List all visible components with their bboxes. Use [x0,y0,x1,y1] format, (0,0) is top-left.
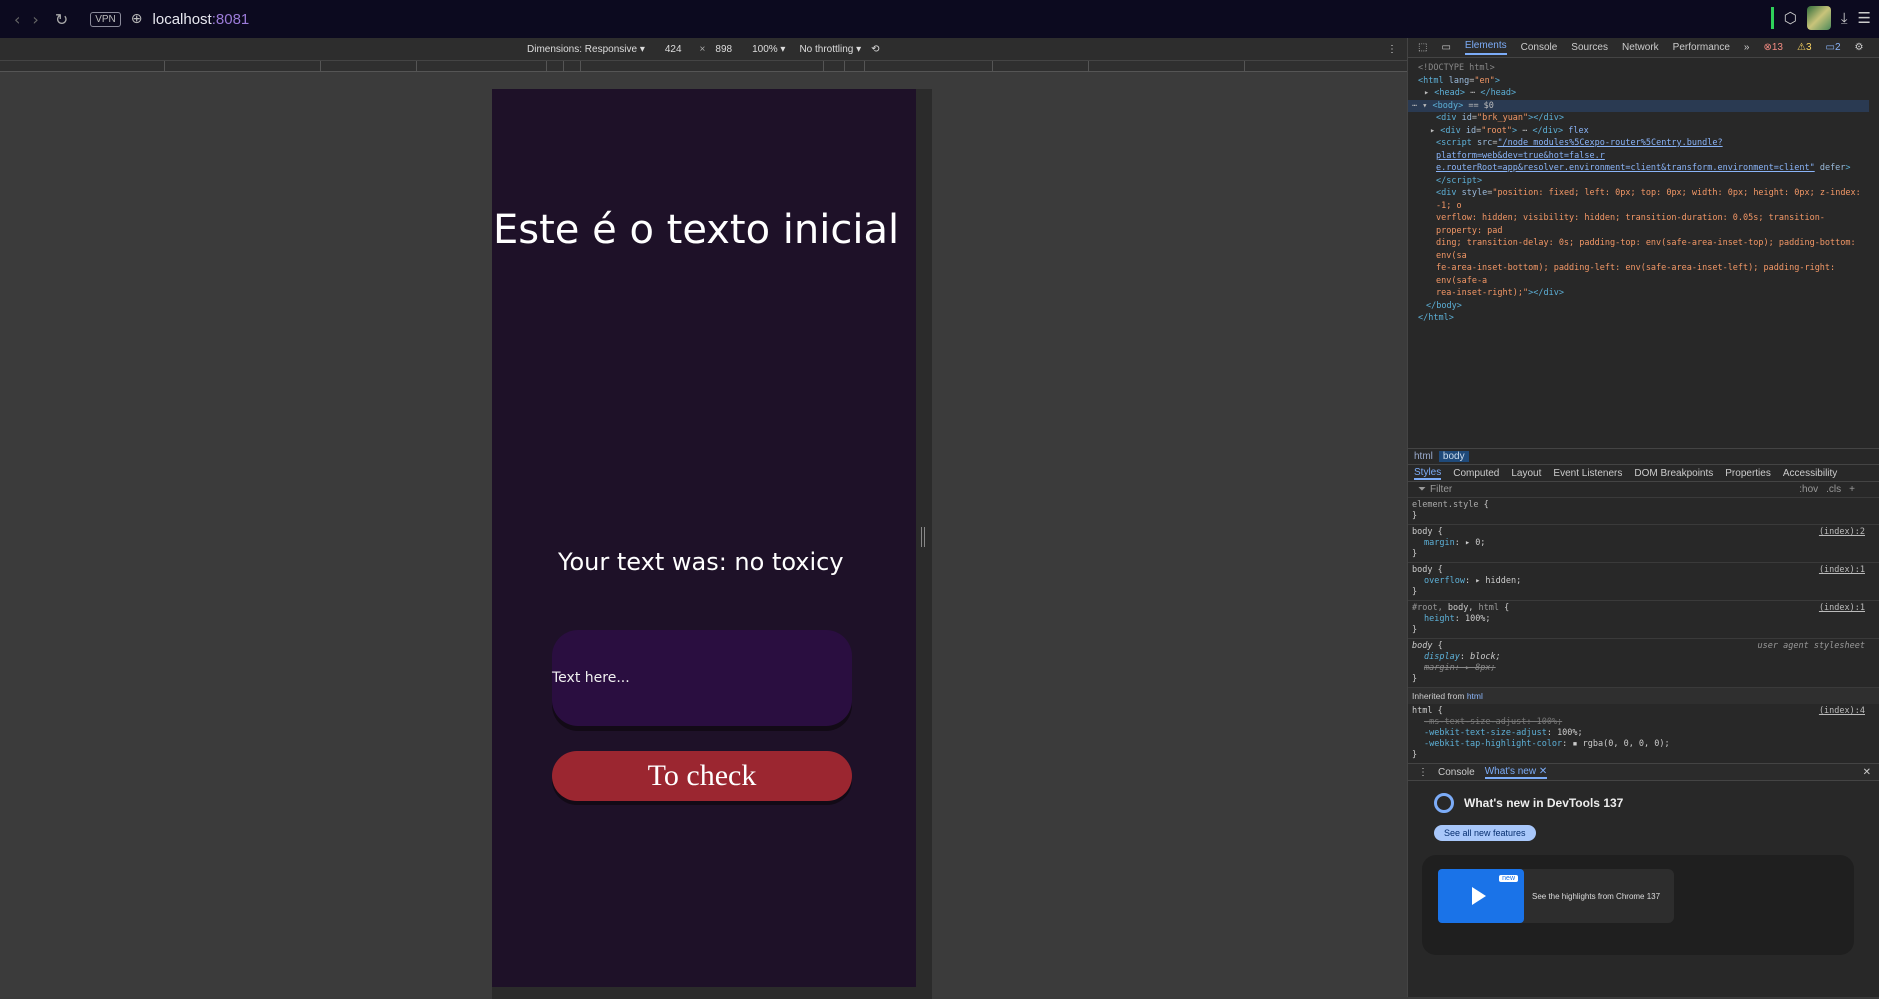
app-screen: Este é o texto inicial Your text was: no… [492,89,916,987]
back-icon[interactable]: ‹ [14,10,20,29]
times-sign: × [699,43,706,55]
whats-new-panel: What's new in DevTools 137 See all new f… [1408,781,1879,967]
more-tabs-icon[interactable]: » [1744,42,1750,53]
breadcrumb: html body [1408,448,1879,464]
styles-filter[interactable]: ⏷ Filter :hov .cls + [1408,482,1879,498]
check-button[interactable]: To check [552,751,852,801]
chrome-icon [1434,793,1454,813]
site-info-icon[interactable]: ⊕ [131,11,143,27]
status-indicator [1770,7,1774,29]
highlight-text: See the highlights from Chrome 137 [1532,891,1661,901]
tab-styles[interactable]: Styles [1414,467,1442,480]
rule-html[interactable]: html {(index):4 -ms-text-size-adjust: 100… [1408,704,1879,763]
download-icon[interactable]: ⤓ [1841,9,1848,27]
media-query-ruler [0,60,1407,72]
drawer-tab-whats-new[interactable]: What's new ✕ [1484,766,1548,779]
input-placeholder: Text here... [552,670,630,686]
drawer-menu-icon[interactable]: ⋮ [1418,767,1428,778]
tab-elements[interactable]: Elements [1464,40,1507,55]
tab-dom-breakpoints[interactable]: DOM Breakpoints [1634,468,1713,479]
video-thumbnail[interactable]: new [1438,869,1524,923]
text-input[interactable]: Text here... [552,630,852,726]
drawer-tab-console[interactable]: Console [1438,767,1475,778]
vpn-badge[interactable]: VPN [90,11,121,27]
styles-tabs: Styles Computed Layout Event Listeners D… [1408,464,1879,482]
tab-network[interactable]: Network [1622,42,1659,53]
whats-new-title: What's new in DevTools 137 [1464,796,1624,810]
drawer-tabs: ⋮ Console What's new ✕ ✕ [1408,763,1879,781]
cls-toggle[interactable]: .cls [1826,484,1841,495]
avatar[interactable] [1806,6,1831,30]
menu-icon[interactable]: ☰ [1858,9,1871,27]
crumb-body[interactable]: body [1438,451,1469,462]
browser-toolbar: ‹ › ↻ VPN ⊕ localhost:8081 ⬡ ⤓ ☰ [0,0,1879,38]
tab-sources[interactable]: Sources [1571,42,1608,53]
tab-console[interactable]: Console [1521,42,1558,53]
see-all-features-button[interactable]: See all new features [1434,825,1536,841]
emulated-viewport: Este é o texto inicial Your text was: no… [0,72,1407,999]
crumb-html[interactable]: html [1414,451,1433,462]
rule-user-agent[interactable]: body {user agent stylesheet display: bloc… [1408,639,1879,688]
rule-body-overflow[interactable]: body {(index):1 overflow: ▸ hidden;} [1408,563,1879,601]
style-rules: element.style {} body {(index):2 margin: … [1408,498,1879,763]
url-port: :8081 [211,10,250,28]
reload-icon[interactable]: ↻ [55,10,68,29]
inherited-header: Inherited from html [1408,688,1879,704]
dimensions-select[interactable]: Dimensions: Responsive ▾ [527,44,645,55]
throttling-select[interactable]: No throttling ▾ [799,44,861,55]
filter-icon: ⏷ [1418,484,1426,495]
drawer-close-icon[interactable]: ✕ [1863,767,1871,778]
height-input[interactable]: 898 [715,44,732,55]
rule-body-margin[interactable]: body {(index):2 margin: ▸ 0;} [1408,525,1879,563]
tab-event-listeners[interactable]: Event Listeners [1553,468,1622,479]
filter-input[interactable]: Filter [1430,484,1452,495]
settings-icon[interactable]: ⚙ [1855,42,1864,53]
inherited-from-link[interactable]: html [1467,691,1483,701]
forward-icon[interactable]: › [32,10,38,29]
device-toggle-icon[interactable]: ▭ [1441,42,1450,53]
result-text: Your text was: no toxicy [558,548,844,576]
tab-performance[interactable]: Performance [1673,42,1730,53]
new-badge: new [1499,875,1518,882]
tab-accessibility[interactable]: Accessibility [1783,468,1837,479]
warning-count[interactable]: ⚠3 [1797,42,1812,53]
issues-count[interactable]: ▭2 [1826,42,1841,53]
tab-properties[interactable]: Properties [1725,468,1771,479]
url-host: localhost [152,10,212,28]
viewport-bottom-handle[interactable] [492,987,932,999]
zoom-select[interactable]: 100% ▾ [752,44,785,55]
hov-toggle[interactable]: :hov [1799,484,1818,495]
rule-root-height[interactable]: #root, body, html {(index):1 height: 100%… [1408,601,1879,639]
inspect-icon[interactable]: ⬚ [1418,42,1427,53]
initial-text: Este é o texto inicial [493,207,900,253]
more-options-icon[interactable]: ⋮ [1387,44,1397,55]
devtools-panel: ⬚ ▭ Elements Console Sources Network Per… [1407,38,1879,997]
highlight-video[interactable]: new See the highlights from Chrome 137 [1438,869,1674,923]
resize-handle-icon[interactable] [921,527,925,547]
devtools-tabs: ⬚ ▭ Elements Console Sources Network Per… [1408,38,1879,58]
add-rule-icon[interactable]: + [1849,484,1855,495]
device-toolbar: Dimensions: Responsive ▾ 424 × 898 100% … [0,38,1407,60]
rule-element-style[interactable]: element.style {} [1408,498,1879,525]
dom-tree[interactable]: <!DOCTYPE html> <html lang="en"> ▸ <head… [1408,58,1879,448]
width-input[interactable]: 424 [665,44,682,55]
address-bar[interactable]: localhost:8081 [153,11,250,28]
error-count[interactable]: ⊗13 [1763,42,1783,53]
play-icon [1472,887,1486,905]
extensions-icon[interactable]: ⬡ [1784,9,1797,27]
rotate-icon[interactable]: ⟲ [871,44,879,55]
tab-layout[interactable]: Layout [1511,468,1541,479]
highlights-card: new See the highlights from Chrome 137 [1422,855,1854,955]
tab-computed[interactable]: Computed [1453,468,1499,479]
